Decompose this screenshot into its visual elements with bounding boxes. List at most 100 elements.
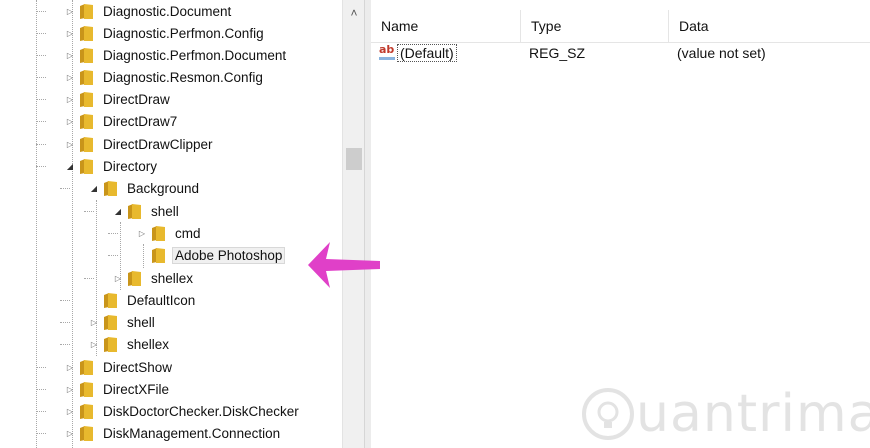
chevron-up-icon[interactable]: ˄ <box>343 4 365 22</box>
tree-item-label: shell <box>127 314 155 330</box>
tree-item[interactable]: ▷ Diagnostic.Perfmon.Document <box>64 44 289 66</box>
tree-item-label: shellex <box>127 336 170 352</box>
tree-item[interactable]: ◢ Background <box>88 177 202 199</box>
folder-icon <box>80 359 93 375</box>
tree-connector <box>36 166 46 167</box>
value-name[interactable]: (Default) <box>397 44 457 62</box>
tree-item[interactable]: ◢ Directory <box>64 155 160 177</box>
tree-item[interactable]: ▷ Diagnostic.Document <box>64 0 234 22</box>
folder-icon <box>128 203 141 219</box>
expand-arrow-icon[interactable]: ▷ <box>64 361 76 373</box>
collapse-arrow-icon[interactable]: ◢ <box>64 160 76 172</box>
tree-item-label: Diagnostic.Perfmon.Config <box>103 25 264 41</box>
tree-connector <box>36 433 46 434</box>
tree-item[interactable]: ▷ Diagnostic.Perfmon.Config <box>64 22 267 44</box>
folder-icon <box>80 113 93 129</box>
tree-scrollbar[interactable]: ˄ <box>342 0 365 448</box>
collapse-arrow-icon[interactable]: ◢ <box>88 182 100 194</box>
tree-item[interactable]: ▷ shellex <box>88 333 172 355</box>
tree-connector <box>60 188 70 189</box>
tree-connector <box>36 55 46 56</box>
tree-item[interactable]: DefaultIcon <box>88 289 198 311</box>
tree-connector <box>84 211 94 212</box>
folder-icon <box>80 136 93 152</box>
tree-item-label: DefaultIcon <box>127 292 196 308</box>
tree-item-label: Directory <box>103 158 158 174</box>
folder-icon <box>128 270 141 286</box>
tree-connector <box>36 367 46 368</box>
tree-item-label: DirectXFile <box>103 381 170 397</box>
tree-item[interactable]: ▷ DirectDrawClipper <box>64 133 216 155</box>
tree-connector <box>36 99 46 100</box>
folder-icon <box>80 403 93 419</box>
watermark: uantrimang <box>580 384 870 444</box>
registry-tree-pane[interactable]: ▷ Diagnostic.Document ▷ Diagnostic.Perfmon.… <box>0 0 342 448</box>
tree-item-label: DiskManagement.Connection <box>103 425 281 441</box>
table-row[interactable]: ab (Default) REG_SZ (value not set) <box>371 42 870 64</box>
expand-arrow-icon[interactable]: ▷ <box>64 93 76 105</box>
column-header-type[interactable]: Type <box>521 10 669 42</box>
tree-item[interactable]: ▷ DirectShow <box>64 356 175 378</box>
column-header-data[interactable]: Data <box>669 10 870 42</box>
folder-icon <box>104 180 117 196</box>
expand-arrow-icon[interactable]: ▷ <box>64 27 76 39</box>
folder-icon <box>104 336 117 352</box>
tree-item[interactable]: ▷ DiskManagement.Connection <box>64 422 283 444</box>
tree-item[interactable]: ▷ shell <box>88 311 158 333</box>
tree-item[interactable]: Adobe Photoshop <box>136 244 286 266</box>
expand-arrow-icon[interactable]: ▷ <box>64 427 76 439</box>
tree-item-label: cmd <box>175 225 201 241</box>
expand-arrow-icon[interactable]: ▷ <box>112 272 124 284</box>
tree-connector <box>84 278 94 279</box>
tree-connector <box>60 322 70 323</box>
scrollbar-thumb[interactable] <box>346 148 362 170</box>
expand-arrow-icon[interactable]: ▷ <box>64 383 76 395</box>
expand-arrow-icon[interactable]: ▷ <box>64 405 76 417</box>
value-data-cell: (value not set) <box>677 45 766 61</box>
tree-item-label: DiskDoctorChecker.DiskChecker <box>103 403 299 419</box>
tree-item[interactable]: ▷ cmd <box>136 222 204 244</box>
expand-arrow-icon[interactable]: ▷ <box>64 5 76 17</box>
tree-item-label: Diagnostic.Resmon.Config <box>103 69 263 85</box>
expand-arrow-icon[interactable]: ▷ <box>88 316 100 328</box>
tree-item-label: DirectDraw <box>103 91 170 107</box>
tree-item[interactable]: ▷ DirectDraw <box>64 88 173 110</box>
tree-item-label: DirectDrawClipper <box>103 136 213 152</box>
value-name-cell: ab (Default) <box>379 42 457 64</box>
watermark-logo-icon <box>582 388 634 440</box>
tree-connector <box>36 144 46 145</box>
tree-item-label: shell <box>151 203 179 219</box>
folder-icon <box>152 247 165 263</box>
tree-item-label: Adobe Photoshop <box>172 246 286 264</box>
expand-arrow-icon[interactable]: ▷ <box>64 115 76 127</box>
tree-item-label: Background <box>127 180 200 196</box>
expand-arrow-icon[interactable]: ▷ <box>64 71 76 83</box>
tree-item[interactable]: ▷ DirectXFile <box>64 378 172 400</box>
tree-item[interactable]: ▷ DiskDoctorChecker.DiskChecker <box>64 400 302 422</box>
expand-arrow-icon[interactable]: ▷ <box>64 49 76 61</box>
watermark-text: uantrimang <box>636 384 870 444</box>
folder-icon <box>80 25 93 41</box>
folder-icon <box>80 425 93 441</box>
tree-connector <box>36 411 46 412</box>
tree-connector <box>36 121 46 122</box>
expand-arrow-icon[interactable]: ▷ <box>88 338 100 350</box>
expand-arrow-icon[interactable]: ▷ <box>64 138 76 150</box>
folder-icon <box>104 292 117 308</box>
tree-item[interactable]: ▷ Diagnostic.Resmon.Config <box>64 66 266 88</box>
folder-icon <box>80 91 93 107</box>
tree-item-label: DirectShow <box>103 359 173 375</box>
collapse-arrow-icon[interactable]: ◢ <box>112 205 124 217</box>
tree-item[interactable]: ▷ DirectDraw7 <box>64 110 180 132</box>
registry-values-pane[interactable]: Name Type Data ab (Default) REG_SZ (valu… <box>371 0 870 448</box>
tree-guide-line <box>36 0 37 448</box>
tree-item[interactable]: ◢ shell <box>112 200 182 222</box>
folder-icon <box>152 225 165 241</box>
tree-connector <box>36 77 46 78</box>
column-header-name[interactable]: Name <box>371 10 521 42</box>
expand-arrow-icon[interactable]: ▷ <box>136 227 148 239</box>
column-headers: Name Type Data <box>371 10 870 43</box>
tree-item[interactable]: ▷ shellex <box>112 267 196 289</box>
